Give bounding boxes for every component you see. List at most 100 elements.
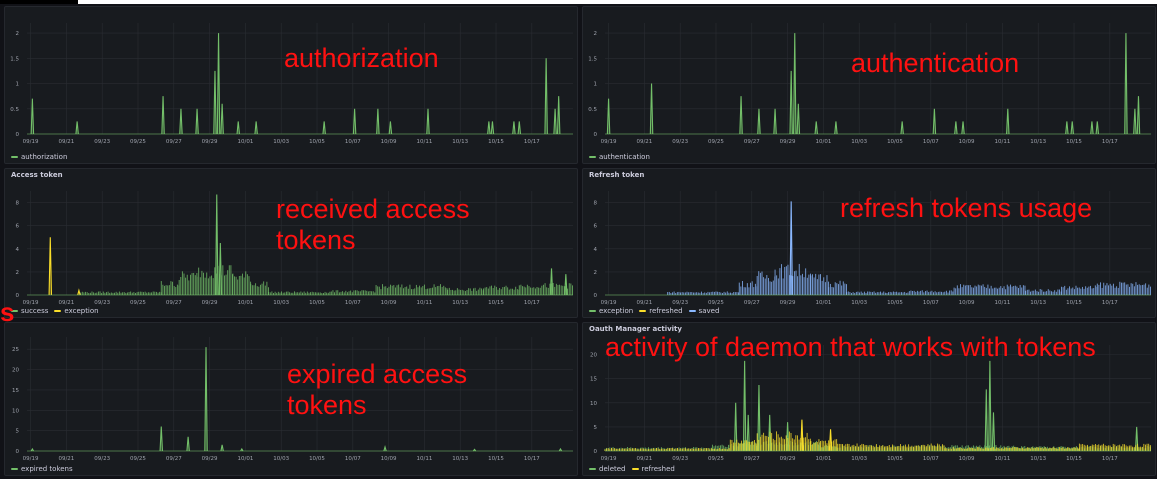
legend-oauth-manager[interactable]: deleted refreshed — [589, 465, 675, 473]
series-spike — [517, 121, 522, 135]
x-tick-label: 10/05 — [887, 139, 903, 145]
legend-label: exception — [64, 307, 99, 315]
x-tick-label: 09/27 — [166, 300, 182, 306]
legend-item[interactable]: exception — [54, 307, 99, 315]
series-spike — [1095, 121, 1100, 135]
series-spike — [988, 360, 992, 452]
x-tick-label: 10/05 — [309, 139, 325, 145]
legend-refresh-token[interactable]: exception refreshed saved — [589, 307, 719, 315]
panel-access-token[interactable]: Access token 0 2 4 6 8 09/19 09/21 09/23 09/25 09… — [4, 168, 578, 318]
series-spike — [179, 108, 183, 135]
y-tick-label: 8 — [16, 201, 20, 207]
legend-label: success — [21, 307, 49, 315]
series-spike — [1133, 108, 1137, 135]
legend-swatch — [631, 468, 639, 470]
x-tick-label: 09/27 — [744, 300, 760, 306]
x-tick-label: 10/05 — [309, 300, 325, 306]
legend-swatch — [688, 310, 696, 312]
series-spike — [553, 108, 557, 135]
x-tick-label: 10/13 — [1030, 300, 1046, 306]
series-spike — [254, 121, 258, 135]
legend-authentication[interactable]: authentication — [589, 153, 650, 161]
authentication-chart: 0 0.5 1 1.5 2 09/19 09/21 09/23 09/25 09/27 09/29 1… — [588, 23, 1151, 145]
legend-authorization[interactable]: authorization — [11, 153, 67, 161]
series-spike — [236, 121, 240, 135]
legend-swatch — [54, 310, 62, 312]
series-spike — [984, 389, 989, 452]
legend-swatch — [639, 310, 647, 312]
y-tick-label: 20 — [590, 353, 597, 359]
legend-item[interactable]: exception — [589, 307, 633, 315]
series-spike — [556, 96, 561, 135]
x-tick-label: 10/17 — [524, 456, 540, 462]
x-tick-label: 09/23 — [94, 456, 110, 462]
side-mark-letter: s — [0, 297, 15, 327]
x-tick-label: 09/29 — [780, 300, 796, 306]
series-spike — [388, 121, 393, 135]
series-spike — [789, 70, 793, 135]
series-spike — [213, 70, 217, 135]
panel-expired-tokens[interactable]: 0 5 10 15 20 25 09/19 09/21 09/23 09/25 09/27 09/29… — [4, 322, 578, 476]
x-tick-label: 10/17 — [1102, 300, 1118, 306]
series-spike — [383, 444, 387, 452]
legend-item[interactable]: refreshed — [639, 307, 683, 315]
legend-item[interactable]: authorization — [11, 153, 67, 161]
legend-label: deleted — [599, 465, 626, 473]
x-tick-label: 09/29 — [202, 456, 218, 462]
x-tick-label: 10/07 — [345, 300, 361, 306]
panel-authentication[interactable]: 0 0.5 1 1.5 2 09/19 09/21 09/23 09/25 09/27 09/29 1… — [582, 6, 1156, 164]
series-spike — [161, 96, 165, 135]
series-spike — [75, 121, 79, 135]
x-tick-label: 10/03 — [273, 456, 289, 462]
legend-access-token[interactable]: success exception — [11, 307, 99, 315]
y-tick-label: 1 — [16, 82, 20, 88]
series-spike — [1124, 33, 1128, 135]
x-tick-label: 09/29 — [780, 139, 796, 145]
x-tick-label: 10/15 — [488, 139, 504, 145]
legend-swatch — [589, 156, 596, 158]
y-tick-label: 6 — [16, 224, 20, 230]
legend-item[interactable]: authentication — [589, 153, 650, 161]
x-tick-label: 10/03 — [851, 456, 867, 462]
x-tick-label: 10/17 — [524, 300, 540, 306]
x-tick-label: 10/07 — [923, 300, 939, 306]
y-tick-label: 0 — [594, 293, 598, 299]
legend-item[interactable]: success — [11, 307, 48, 315]
x-tick-label: 10/01 — [815, 139, 831, 145]
x-tick-label: 10/09 — [959, 300, 975, 306]
series-spike — [814, 121, 818, 135]
legend-expired-tokens[interactable]: expired tokens — [11, 465, 73, 473]
legend-item[interactable]: refreshed — [631, 465, 675, 473]
x-tick-label: 09/19 — [601, 300, 617, 306]
x-tick-label: 10/11 — [416, 300, 432, 306]
series-spike — [739, 96, 743, 135]
series-spike — [649, 83, 654, 135]
panel-refresh-token[interactable]: Refresh token 0 2 4 6 8 09/19 09/21 09/23 09/25 0… — [582, 168, 1156, 318]
legend-item[interactable]: saved — [688, 307, 719, 315]
x-tick-label: 10/11 — [994, 139, 1010, 145]
series-spike — [322, 121, 326, 135]
x-tick-label: 09/25 — [708, 139, 724, 145]
x-tick-label: 09/23 — [94, 300, 110, 306]
legend-item[interactable]: expired tokens — [11, 465, 73, 473]
series-spike — [218, 242, 223, 296]
legend-swatch — [11, 468, 18, 470]
series-spike — [215, 194, 219, 296]
y-tick-label: 0.5 — [588, 107, 597, 113]
legend-label: refreshed — [649, 307, 683, 315]
series-spike — [900, 121, 904, 135]
legend-item[interactable]: deleted — [589, 465, 626, 473]
series-spike — [800, 419, 804, 452]
y-tick-label: 0 — [16, 449, 20, 455]
panel-oauth-manager[interactable]: Oauth Manager activity 0 5 10 15 20 09/19 09/2… — [582, 322, 1156, 476]
legend-swatch — [589, 310, 596, 312]
x-tick-label: 09/19 — [23, 456, 39, 462]
x-tick-label: 10/01 — [815, 300, 831, 306]
x-tick-label: 09/23 — [672, 300, 688, 306]
series-spike — [564, 274, 568, 296]
series-spike — [159, 426, 164, 452]
y-tick-label: 20 — [12, 368, 19, 374]
x-tick-label: 09/19 — [601, 139, 617, 145]
x-tick-label: 10/05 — [309, 456, 325, 462]
panel-authorization[interactable]: 0 0.5 1 1.5 2 09/19 09/21 09/23 09/25 09/27 09/29 1… — [4, 6, 578, 164]
